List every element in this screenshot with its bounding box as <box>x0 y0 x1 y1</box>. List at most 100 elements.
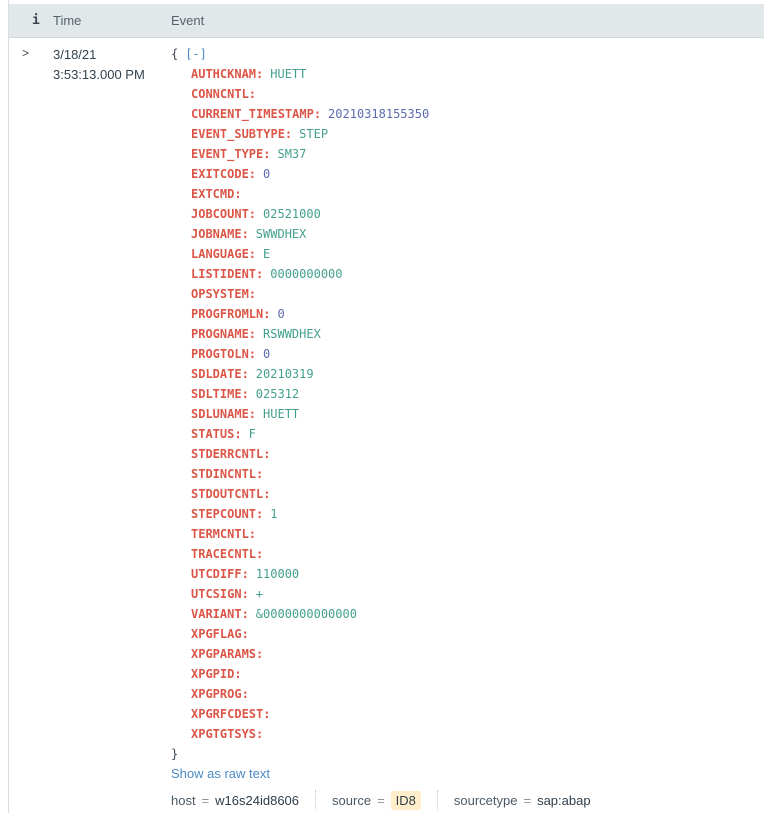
json-field-line: STDERRCNTL: <box>171 444 764 464</box>
json-value[interactable]: RSWWDHEX <box>263 327 321 341</box>
selected-field-name: sourcetype <box>454 793 518 808</box>
json-value[interactable]: 0 <box>263 167 270 181</box>
selected-field-name: host <box>171 793 196 808</box>
json-key[interactable]: PROGTOLN: <box>191 347 256 361</box>
json-field-line: AUTHCKNAM: HUETT <box>171 64 764 84</box>
json-field-line: UTCDIFF: 110000 <box>171 564 764 584</box>
json-key[interactable]: LISTIDENT: <box>191 267 263 281</box>
event-clock: 3:53:13.000 PM <box>53 65 161 85</box>
json-field-line: STATUS: F <box>171 424 764 444</box>
json-key[interactable]: SDLDATE: <box>191 367 249 381</box>
json-value[interactable]: HUETT <box>270 67 306 81</box>
json-open-line: {[-] <box>171 44 764 64</box>
json-key[interactable]: SDLUNAME: <box>191 407 256 421</box>
json-field-line: EXITCODE: 0 <box>171 164 764 184</box>
json-key[interactable]: XPGFLAG: <box>191 627 249 641</box>
json-value[interactable]: F <box>249 427 256 441</box>
expand-chevron-icon[interactable]: > <box>22 46 29 60</box>
json-key[interactable]: XPGRFCDEST: <box>191 707 270 721</box>
column-header-event: Event <box>161 13 764 28</box>
json-key[interactable]: EVENT_SUBTYPE: <box>191 127 292 141</box>
json-key[interactable]: EXITCODE: <box>191 167 256 181</box>
json-key[interactable]: EXTCMD: <box>191 187 242 201</box>
json-collapse-link[interactable]: [-] <box>185 47 207 61</box>
selected-field-name: source <box>332 793 371 808</box>
json-key[interactable]: TRACECNTL: <box>191 547 263 561</box>
event-row: > 3/18/21 3:53:13.000 PM {[-] AUTHCKNAM:… <box>9 38 764 812</box>
selected-field-value[interactable]: w16s24id8606 <box>215 793 299 808</box>
json-field-line: PROGFROMLN: 0 <box>171 304 764 324</box>
selected-field-value[interactable]: ID8 <box>391 791 421 810</box>
json-key[interactable]: CURRENT_TIMESTAMP: <box>191 107 321 121</box>
json-key[interactable]: STDOUTCNTL: <box>191 487 270 501</box>
events-table-header: i Time Event <box>9 4 764 38</box>
field-separator <box>437 790 438 810</box>
field-separator <box>315 790 316 810</box>
equals-sign: = <box>377 793 385 808</box>
json-field-line: SDLDATE: 20210319 <box>171 364 764 384</box>
json-field-line: EVENT_SUBTYPE: STEP <box>171 124 764 144</box>
json-value[interactable]: E <box>263 247 270 261</box>
json-key[interactable]: CONNCNTL: <box>191 87 256 101</box>
json-key[interactable]: XPGPARAMS: <box>191 647 263 661</box>
json-value[interactable]: STEP <box>299 127 328 141</box>
json-key[interactable]: TERMCNTL: <box>191 527 256 541</box>
json-key[interactable]: STDINCNTL: <box>191 467 263 481</box>
json-key[interactable]: LANGUAGE: <box>191 247 256 261</box>
json-field-line: OPSYSTEM: <box>171 284 764 304</box>
json-field-line: LANGUAGE: E <box>171 244 764 264</box>
json-key[interactable]: UTCSIGN: <box>191 587 249 601</box>
json-key[interactable]: STEPCOUNT: <box>191 507 263 521</box>
json-value[interactable]: 02521000 <box>263 207 321 221</box>
json-key[interactable]: JOBNAME: <box>191 227 249 241</box>
json-value[interactable]: + <box>256 587 263 601</box>
event-time-cell: 3/18/21 3:53:13.000 PM <box>45 38 161 812</box>
json-key[interactable]: XPGTGTSYS: <box>191 727 263 741</box>
json-value[interactable]: 110000 <box>256 567 299 581</box>
json-value[interactable]: SWWDHEX <box>256 227 307 241</box>
show-raw-text-link[interactable]: Show as raw text <box>171 764 270 784</box>
json-key[interactable]: AUTHCKNAM: <box>191 67 263 81</box>
json-key[interactable]: PROGNAME: <box>191 327 256 341</box>
json-value[interactable]: 0000000000 <box>270 267 342 281</box>
json-field-line: VARIANT: &0000000000000 <box>171 604 764 624</box>
json-key[interactable]: JOBCOUNT: <box>191 207 256 221</box>
json-close-line: } <box>171 744 764 764</box>
json-key[interactable]: VARIANT: <box>191 607 249 621</box>
events-table: i Time Event > 3/18/21 3:53:13.000 PM {[… <box>8 0 764 813</box>
json-field-line: XPGFLAG: <box>171 624 764 644</box>
json-close-brace: } <box>171 747 178 761</box>
json-value[interactable]: SM37 <box>277 147 306 161</box>
json-field-line: EXTCMD: <box>171 184 764 204</box>
json-value[interactable]: 0 <box>277 307 284 321</box>
json-key[interactable]: UTCDIFF: <box>191 567 249 581</box>
json-value[interactable]: 20210319 <box>256 367 314 381</box>
json-field-line: PROGTOLN: 0 <box>171 344 764 364</box>
json-value[interactable]: 1 <box>270 507 277 521</box>
json-field-line: JOBNAME: SWWDHEX <box>171 224 764 244</box>
selected-field-value[interactable]: sap:abap <box>537 793 591 808</box>
json-field-line: XPGRFCDEST: <box>171 704 764 724</box>
json-key[interactable]: STDERRCNTL: <box>191 447 270 461</box>
json-value[interactable]: HUETT <box>263 407 299 421</box>
json-field-line: TRACECNTL: <box>171 544 764 564</box>
json-field-line: CONNCNTL: <box>171 84 764 104</box>
json-key[interactable]: OPSYSTEM: <box>191 287 256 301</box>
event-cell: {[-] AUTHCKNAM: HUETT CONNCNTL: CURRENT_T… <box>161 38 764 812</box>
json-key[interactable]: XPGPID: <box>191 667 242 681</box>
splunk-events-viewer: i Time Event > 3/18/21 3:53:13.000 PM {[… <box>0 0 764 813</box>
json-key[interactable]: XPGPROG: <box>191 687 249 701</box>
json-key[interactable]: PROGFROMLN: <box>191 307 270 321</box>
json-key[interactable]: EVENT_TYPE: <box>191 147 270 161</box>
selected-field: host=w16s24id8606 <box>171 793 299 808</box>
json-key[interactable]: STATUS: <box>191 427 242 441</box>
json-fields-list: AUTHCKNAM: HUETT CONNCNTL: CURRENT_TIMEST… <box>171 64 764 744</box>
json-value[interactable]: 025312 <box>256 387 299 401</box>
json-field-line: XPGTGTSYS: <box>171 724 764 744</box>
json-value[interactable]: 0 <box>263 347 270 361</box>
json-value[interactable]: &0000000000000 <box>256 607 357 621</box>
json-value[interactable]: 20210318155350 <box>328 107 429 121</box>
json-field-line: PROGNAME: RSWWDHEX <box>171 324 764 344</box>
json-key[interactable]: SDLTIME: <box>191 387 249 401</box>
json-field-line: XPGPROG: <box>171 684 764 704</box>
